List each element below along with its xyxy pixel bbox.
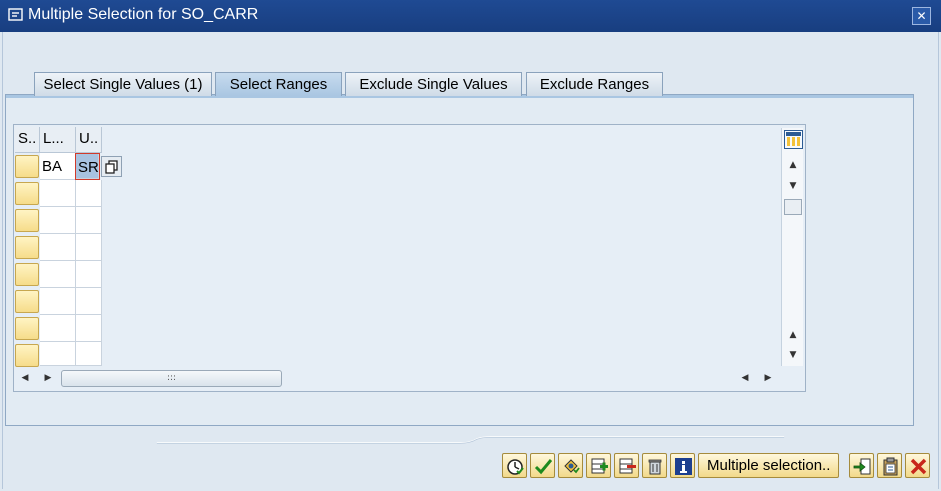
tab-exclude-ranges[interactable]: Exclude Ranges [526,72,663,96]
row-selector[interactable] [15,344,39,367]
upload-clipboard-button[interactable] [877,453,902,478]
scroll-right-end-icon[interactable]: ▶ [761,370,775,386]
cancel-icon [910,458,927,475]
copy-button[interactable] [530,453,555,478]
copy-icon [105,160,118,174]
horizontal-scroll-thumb[interactable]: ::: [61,370,282,387]
low-value-cell[interactable] [40,342,76,366]
low-value-cell[interactable] [40,207,76,234]
info-icon [675,458,692,475]
title-bar: Multiple Selection for SO_CARR ✕ [0,0,941,32]
window-title: Multiple Selection for SO_CARR [28,6,259,23]
table-control [13,124,806,392]
import-icon [853,458,871,475]
table-settings-icon[interactable] [784,130,803,149]
window-menu-icon[interactable] [8,8,24,22]
column-header-high[interactable]: U.. [76,127,102,153]
tab-exclude-single-values[interactable]: Exclude Single Values [345,72,522,96]
row-selector[interactable] [15,155,39,178]
low-value-cell[interactable] [40,315,76,342]
import-button[interactable] [849,453,874,478]
high-value-cell[interactable] [76,288,102,315]
footer-divider [156,436,785,444]
row-selector[interactable] [15,290,39,313]
column-header-sign[interactable]: S.. [15,127,40,153]
scroll-down-icon[interactable]: ▼ [784,178,802,194]
high-value-cell[interactable] [76,261,102,288]
clipboard-icon [883,457,898,476]
options-icon [564,459,580,474]
scroll-right-icon[interactable]: ▶ [41,370,55,386]
high-value-cell[interactable]: SR [75,153,100,180]
multiple-selection-button[interactable]: Multiple selection.. [698,453,840,478]
row-selector[interactable] [15,317,39,340]
column-header-low[interactable]: L... [40,127,76,153]
check-entries-icon [507,459,524,475]
low-value-cell[interactable] [40,180,76,207]
low-value-cell[interactable]: BA [40,153,76,180]
insert-row-icon [591,458,608,474]
tab-select-single-values[interactable]: Select Single Values (1) [34,72,212,96]
low-value-cell[interactable] [40,288,76,315]
vertical-scroll-thumb[interactable] [784,199,802,215]
value-help-button[interactable] [101,156,122,177]
row-selector[interactable] [15,209,39,232]
delete-all-button[interactable] [642,453,667,478]
high-value-cell[interactable] [76,234,102,261]
delete-row-button[interactable] [614,453,639,478]
scroll-page-down-icon[interactable]: ▼ [784,347,802,363]
trash-icon [648,459,662,475]
row-selector[interactable] [15,236,39,259]
row-selector[interactable] [15,182,39,205]
scroll-left-end-icon[interactable]: ◀ [738,370,752,386]
checkmark-icon [534,459,553,475]
tab-select-ranges[interactable]: Select Ranges [215,72,342,96]
high-value-cell[interactable] [76,207,102,234]
vertical-scrollbar[interactable]: ▲ ▼ ▲ ▼ [781,128,803,366]
high-value-cell[interactable] [76,342,102,366]
horizontal-scrollbar[interactable]: ◀ ▶ ::: ◀ ▶ [15,367,781,389]
check-entries-button[interactable] [502,453,527,478]
low-value-cell[interactable] [40,261,76,288]
cancel-button[interactable] [905,453,930,478]
scroll-page-up-icon[interactable]: ▲ [784,157,802,173]
options-button[interactable] [558,453,583,478]
row-selector[interactable] [15,263,39,286]
high-value-cell[interactable] [76,315,102,342]
scroll-up-icon[interactable]: ▲ [784,327,802,343]
low-value-cell[interactable] [40,234,76,261]
close-icon[interactable]: ✕ [912,7,931,25]
high-value-cell[interactable] [76,180,102,207]
info-button[interactable] [670,453,695,478]
delete-row-icon [619,458,636,474]
insert-row-button[interactable] [586,453,611,478]
scroll-left-icon[interactable]: ◀ [18,370,32,386]
